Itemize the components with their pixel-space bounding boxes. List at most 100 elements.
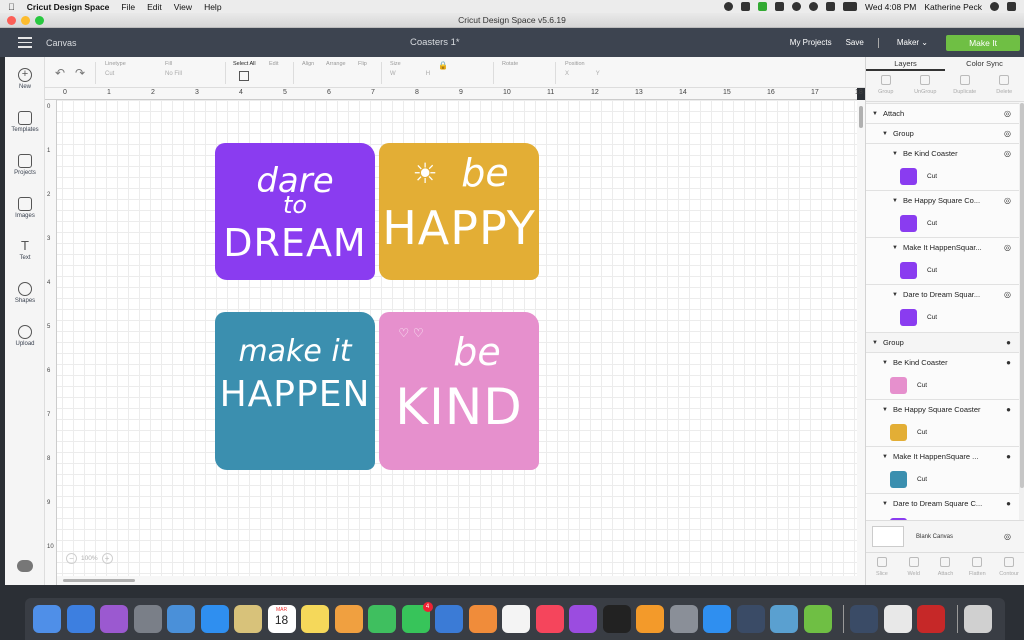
scrollbar-thumb[interactable]: [63, 579, 135, 582]
close-window-button[interactable]: [7, 16, 16, 25]
dock-app-facetime[interactable]: 4: [401, 602, 433, 633]
eye-hidden-icon[interactable]: ◎: [1004, 129, 1011, 138]
select-all-button[interactable]: Select All: [233, 61, 256, 81]
dock-app-safari[interactable]: [100, 605, 128, 633]
menu-help[interactable]: Help: [204, 2, 221, 12]
eye-hidden-icon[interactable]: ◎: [1004, 290, 1011, 299]
scrollbar-thumb[interactable]: [1020, 103, 1024, 488]
bluetooth-icon[interactable]: [792, 2, 801, 11]
dock-app-books[interactable]: [636, 605, 664, 633]
group-button[interactable]: Group: [866, 71, 906, 101]
search-icon[interactable]: [990, 2, 999, 11]
apple-menu-icon[interactable]: : [8, 2, 15, 12]
dock-app-safari[interactable]: [200, 605, 229, 633]
dock-app-notes[interactable]: [234, 605, 262, 633]
coaster-be-happy[interactable]: ☀ be HAPPY: [379, 143, 539, 280]
linetype-control[interactable]: Linetype Cut: [105, 61, 126, 77]
dock-app-calendar[interactable]: MAR 18: [267, 605, 296, 633]
sidebar-item-new[interactable]: + New: [5, 68, 45, 90]
eye-icon[interactable]: ●: [1006, 405, 1011, 414]
dock-app-pages[interactable]: [468, 605, 497, 633]
blank-canvas-layer[interactable]: Blank Canvas ◎: [866, 520, 1024, 552]
redo-icon[interactable]: ↷: [75, 66, 85, 80]
menu-edit[interactable]: Edit: [147, 2, 162, 12]
save-button[interactable]: Save: [846, 38, 864, 47]
status-icon[interactable]: [758, 2, 767, 11]
canvas-vertical-scrollbar[interactable]: [857, 100, 865, 585]
slice-button[interactable]: Slice: [866, 553, 898, 585]
dock-app-finder[interactable]: [66, 605, 95, 633]
clock[interactable]: Wed 4:08 PM: [865, 2, 916, 12]
dock-app-chrome[interactable]: [883, 605, 912, 633]
wifi-icon[interactable]: [809, 2, 818, 11]
layer-sublayer[interactable]: Cut: [866, 466, 1019, 493]
duplicate-button[interactable]: Duplicate: [945, 71, 985, 101]
layer-sublayer[interactable]: Cut: [866, 372, 1019, 399]
zoom-in-button[interactable]: +: [101, 553, 113, 564]
dock-app-app-store[interactable]: [703, 605, 731, 633]
sidebar-item-projects[interactable]: Projects: [5, 154, 45, 176]
layer-sublayer[interactable]: Cut: [866, 163, 1019, 190]
layer-item[interactable]: ▼ Dare to Dream Square C... ●: [866, 493, 1019, 513]
dock-app-siri[interactable]: [33, 605, 61, 633]
sidebar-item-templates[interactable]: Templates: [5, 111, 45, 133]
eye-hidden-icon[interactable]: ◎: [1004, 149, 1011, 158]
status-icon[interactable]: [741, 2, 750, 11]
layer-group[interactable]: ▼ Group ◎: [866, 123, 1019, 143]
design-canvas[interactable]: dare to DREAM ☀ be HAPPY make it HAPPEN …: [57, 100, 857, 576]
tab-color-sync[interactable]: Color Sync: [945, 57, 1024, 71]
eye-icon[interactable]: ●: [1006, 358, 1011, 367]
position-control[interactable]: Position X Y: [565, 61, 600, 77]
layer-item[interactable]: ▼ Be Happy Square Coaster ●: [866, 399, 1019, 419]
layer-item[interactable]: ▼ Dare to Dream Squar... ◎: [866, 284, 1019, 304]
eye-icon[interactable]: ●: [1006, 499, 1011, 508]
my-projects-link[interactable]: My Projects: [790, 38, 832, 47]
eye-hidden-icon[interactable]: ◎: [1004, 243, 1011, 252]
coaster-dare-to-dream[interactable]: dare to DREAM: [215, 143, 375, 280]
dock-app-preview[interactable]: [167, 605, 195, 633]
zoom-out-button[interactable]: −: [66, 553, 77, 564]
weld-button[interactable]: Weld: [898, 553, 930, 585]
ungroup-button[interactable]: UnGroup: [906, 71, 946, 101]
dock-app-system-preferences[interactable]: [669, 605, 698, 633]
layer-sublayer[interactable]: Cut: [866, 304, 1019, 331]
app-menu[interactable]: Cricut Design Space: [27, 2, 110, 12]
coaster-be-kind[interactable]: ♡ ♡ be KIND: [379, 312, 539, 470]
status-icon[interactable]: [724, 2, 733, 11]
eye-hidden-icon[interactable]: ◎: [1004, 109, 1011, 118]
sidebar-item-shapes[interactable]: Shapes: [5, 282, 45, 304]
eye-hidden-icon[interactable]: ◎: [1004, 196, 1011, 205]
layer-sublayer[interactable]: Cut: [866, 210, 1019, 237]
layer-item[interactable]: ▼ Make It HappenSquar... ◎: [866, 237, 1019, 257]
dock-app-messages[interactable]: [368, 605, 396, 633]
sidebar-item-text[interactable]: T Text: [5, 239, 45, 261]
dock-app-acrobat[interactable]: [917, 605, 945, 633]
layer-item[interactable]: ▼ Be Happy Square Co... ◎: [866, 190, 1019, 210]
align-button[interactable]: Align: [302, 61, 314, 71]
attach-button[interactable]: Attach: [930, 553, 962, 585]
dock-app-launchpad[interactable]: [133, 605, 162, 633]
canvas-horizontal-scrollbar[interactable]: [57, 576, 857, 585]
dock-app-trash[interactable]: [963, 605, 992, 633]
tab-layers[interactable]: Layers: [866, 57, 945, 71]
battery-icon[interactable]: [843, 2, 857, 11]
chat-icon[interactable]: [17, 560, 33, 572]
coaster-make-it-happen[interactable]: make it HAPPEN: [215, 312, 375, 470]
delete-button[interactable]: Delete: [985, 71, 1024, 101]
dock-app-reminders[interactable]: [502, 605, 530, 633]
make-it-button[interactable]: Make It: [946, 34, 1020, 51]
menu-file[interactable]: File: [121, 2, 135, 12]
eye-hidden-icon[interactable]: ◎: [1004, 532, 1011, 541]
arrange-button[interactable]: Arrange: [326, 61, 346, 71]
dock-app-design-space[interactable]: [850, 605, 878, 633]
layer-sublayer[interactable]: Cut: [866, 257, 1019, 284]
sidebar-item-upload[interactable]: Upload: [5, 325, 45, 347]
layer-sublayer[interactable]: Cut: [866, 419, 1019, 446]
menu-view[interactable]: View: [174, 2, 192, 12]
user-name[interactable]: Katherine Peck: [924, 2, 982, 12]
fill-control[interactable]: Fill No Fill: [165, 61, 182, 77]
layer-sublayer[interactable]: Cut: [866, 513, 1019, 520]
undo-icon[interactable]: ↶: [55, 66, 65, 80]
dock-app-maps[interactable]: [770, 605, 798, 633]
rotate-control[interactable]: Rotate: [502, 61, 518, 71]
